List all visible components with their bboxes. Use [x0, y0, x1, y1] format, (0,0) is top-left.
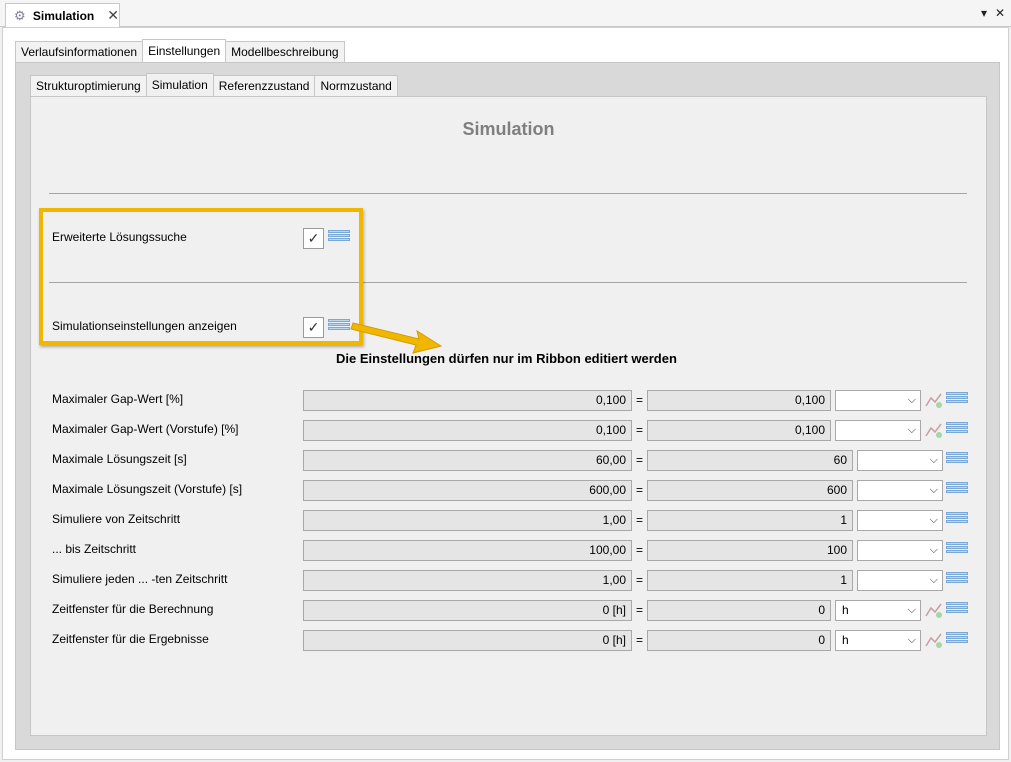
- equals-sign: =: [636, 453, 644, 467]
- value-field: 0,100: [303, 420, 632, 441]
- close-tab-icon[interactable]: ✕: [107, 7, 119, 24]
- chart-icon[interactable]: [924, 390, 944, 410]
- value-field: 60,00: [303, 450, 632, 471]
- chevron-down-icon: ⌵: [929, 454, 938, 466]
- window-menu-icon[interactable]: ▾: [981, 6, 987, 20]
- simulation-content: Simulation Erweiterte Lösungssuche ✓ Sim…: [30, 96, 987, 736]
- value2-field: 0,100: [647, 390, 831, 411]
- value2-field: 600: [647, 480, 853, 501]
- value2-field: 100: [647, 540, 853, 561]
- chevron-down-icon: ⌵: [929, 544, 938, 556]
- row-label: Zeitfenster für die Berechnung: [52, 602, 214, 616]
- value-field: 0 [h]: [303, 600, 632, 621]
- list-icon[interactable]: [946, 422, 968, 438]
- equals-sign: =: [636, 483, 644, 497]
- outer-tab-bar: Verlaufsinformationen Einstellungen Mode…: [15, 39, 345, 62]
- unit-select[interactable]: ⌵: [857, 510, 943, 531]
- chevron-down-icon: ⌵: [929, 514, 938, 526]
- page-title: Simulation: [462, 119, 555, 139]
- tab-einstellungen[interactable]: Einstellungen: [142, 39, 227, 62]
- value2-field: 0,100: [647, 420, 831, 441]
- unit-select-value: h: [842, 633, 849, 647]
- value2-field: 0: [647, 630, 831, 651]
- equals-sign: =: [636, 393, 644, 407]
- gear-icon: ⚙: [14, 7, 26, 23]
- unit-select[interactable]: h ⌵: [835, 600, 921, 621]
- close-window-icon[interactable]: ✕: [995, 6, 1005, 20]
- unit-select[interactable]: h ⌵: [835, 630, 921, 651]
- value-field: 1,00: [303, 510, 632, 531]
- value-field: 100,00: [303, 540, 632, 561]
- document-tab-bar: ⚙ Simulation ✕ ▾ ✕: [0, 0, 1011, 27]
- value2-field: 1: [647, 510, 853, 531]
- value2-field: 1: [647, 570, 853, 591]
- highlight-box: [39, 208, 363, 345]
- row-label: Simuliere jeden ... -ten Zeitschritt: [52, 572, 228, 586]
- chart-icon[interactable]: [924, 420, 944, 440]
- unit-select[interactable]: ⌵: [857, 540, 943, 561]
- equals-sign: =: [636, 543, 644, 557]
- row-label: Simuliere von Zeitschritt: [52, 512, 181, 526]
- list-icon[interactable]: [946, 602, 968, 618]
- row-label: Zeitfenster für die Ergebnisse: [52, 632, 209, 646]
- unit-select[interactable]: ⌵: [857, 480, 943, 501]
- equals-sign: =: [636, 573, 644, 587]
- document-tab-title: Simulation: [32, 8, 95, 23]
- chevron-down-icon: ⌵: [907, 604, 916, 616]
- row-label: Maximaler Gap-Wert (Vorstufe) [%]: [52, 422, 239, 436]
- equals-sign: =: [636, 603, 644, 617]
- tab-normzustand[interactable]: Normzustand: [314, 75, 398, 96]
- ribbon-note: Die Einstellungen dürfen nur im Ribbon e…: [336, 351, 677, 366]
- chevron-down-icon: ⌵: [929, 574, 938, 586]
- tab-simulation[interactable]: Simulation: [145, 73, 214, 96]
- chart-icon[interactable]: [924, 600, 944, 620]
- list-icon[interactable]: [946, 632, 968, 648]
- equals-sign: =: [636, 513, 644, 527]
- unit-select[interactable]: ⌵: [835, 390, 921, 411]
- chart-icon[interactable]: [924, 630, 944, 650]
- tab-verlaufsinformationen[interactable]: Verlaufsinformationen: [15, 41, 144, 62]
- tab-modellbeschreibung[interactable]: Modellbeschreibung: [225, 41, 345, 62]
- document-tab-simulation[interactable]: ⚙ Simulation ✕: [5, 3, 120, 27]
- value2-field: 0: [647, 600, 831, 621]
- row-label: ... bis Zeitschritt: [52, 542, 137, 556]
- equals-sign: =: [636, 633, 644, 647]
- value-field: 1,00: [303, 570, 632, 591]
- divider: [49, 193, 967, 194]
- chevron-down-icon: ⌵: [929, 484, 938, 496]
- value2-field: 60: [647, 450, 853, 471]
- value-field: 0,100: [303, 390, 632, 411]
- list-icon[interactable]: [946, 452, 968, 468]
- row-label: Maximale Lösungszeit (Vorstufe) [s]: [52, 482, 243, 496]
- row-label: Maximale Lösungszeit [s]: [52, 452, 187, 466]
- tab-strukturoptimierung[interactable]: Strukturoptimierung: [30, 75, 147, 96]
- tab-referenzzustand[interactable]: Referenzzustand: [212, 75, 316, 96]
- settings-panel: Strukturoptimierung Simulation Referenzz…: [15, 62, 1000, 750]
- chevron-down-icon: ⌵: [907, 394, 916, 406]
- unit-select[interactable]: ⌵: [857, 450, 943, 471]
- unit-select[interactable]: ⌵: [857, 570, 943, 591]
- equals-sign: =: [636, 423, 644, 437]
- list-icon[interactable]: [946, 572, 968, 588]
- unit-select[interactable]: ⌵: [835, 420, 921, 441]
- list-icon[interactable]: [946, 482, 968, 498]
- chevron-down-icon: ⌵: [907, 634, 916, 646]
- value-field: 0 [h]: [303, 630, 632, 651]
- list-icon[interactable]: [946, 542, 968, 558]
- unit-select-value: h: [842, 603, 849, 617]
- list-icon[interactable]: [946, 512, 968, 528]
- list-icon[interactable]: [946, 392, 968, 408]
- inner-tab-bar: Strukturoptimierung Simulation Referenzz…: [30, 73, 398, 96]
- value-field: 600,00: [303, 480, 632, 501]
- row-label: Maximaler Gap-Wert [%]: [52, 392, 184, 406]
- main-frame: Verlaufsinformationen Einstellungen Mode…: [2, 27, 1009, 760]
- chevron-down-icon: ⌵: [907, 424, 916, 436]
